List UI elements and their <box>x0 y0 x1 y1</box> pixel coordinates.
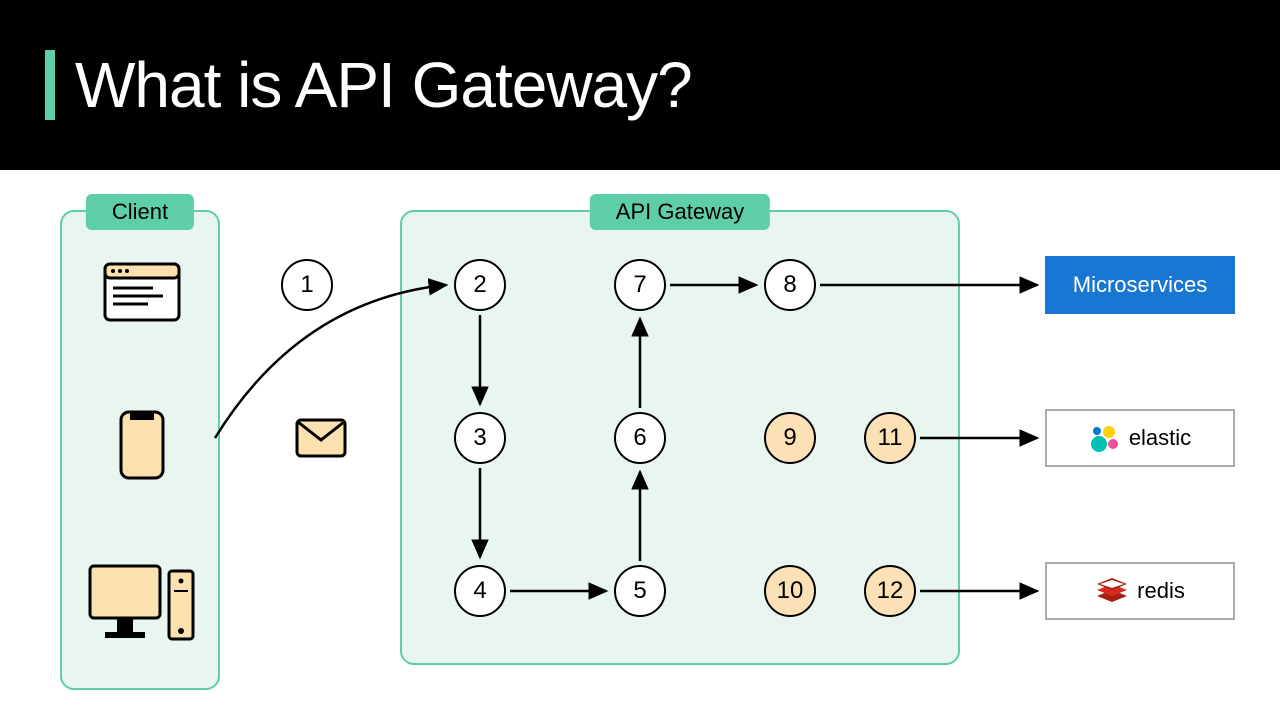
node-3-label: 3 <box>473 424 486 452</box>
browser-icon <box>102 257 182 327</box>
envelope-icon <box>295 418 347 458</box>
api-gateway-panel-label: API Gateway <box>590 194 770 230</box>
node-7-label: 7 <box>633 271 646 299</box>
header-accent-bar <box>45 50 55 120</box>
elastic-box: elastic <box>1045 409 1235 467</box>
microservices-box: Microservices <box>1045 256 1235 314</box>
redis-box: redis <box>1045 562 1235 620</box>
elastic-label: elastic <box>1129 425 1191 451</box>
node-2-label: 2 <box>473 271 486 299</box>
node-6-label: 6 <box>633 424 646 452</box>
node-12-label: 12 <box>877 577 904 605</box>
node-1: 1 <box>281 259 333 311</box>
redis-label: redis <box>1137 578 1185 604</box>
node-11-label: 11 <box>878 424 903 452</box>
node-8: 8 <box>764 259 816 311</box>
node-8-label: 8 <box>783 271 796 299</box>
diagram-canvas: Client <box>0 170 1280 720</box>
node-5: 5 <box>614 565 666 617</box>
redis-icon <box>1095 576 1129 606</box>
node-4-label: 4 <box>473 577 486 605</box>
node-10: 10 <box>764 565 816 617</box>
node-2: 2 <box>454 259 506 311</box>
slide-header: What is API Gateway? <box>0 0 1280 170</box>
node-4: 4 <box>454 565 506 617</box>
elastic-icon <box>1089 422 1121 454</box>
node-10-label: 10 <box>777 577 804 605</box>
node-1-label: 1 <box>300 271 313 299</box>
node-11: 11 <box>864 412 916 464</box>
node-5-label: 5 <box>633 577 646 605</box>
microservices-label: Microservices <box>1073 272 1207 298</box>
client-panel: Client <box>60 210 220 690</box>
node-9: 9 <box>764 412 816 464</box>
node-7: 7 <box>614 259 666 311</box>
slide-title: What is API Gateway? <box>75 48 692 122</box>
client-panel-label: Client <box>86 194 194 230</box>
node-3: 3 <box>454 412 506 464</box>
node-6: 6 <box>614 412 666 464</box>
node-12: 12 <box>864 565 916 617</box>
node-9-label: 9 <box>783 424 796 452</box>
mobile-icon <box>117 407 167 482</box>
desktop-icon <box>87 562 197 652</box>
